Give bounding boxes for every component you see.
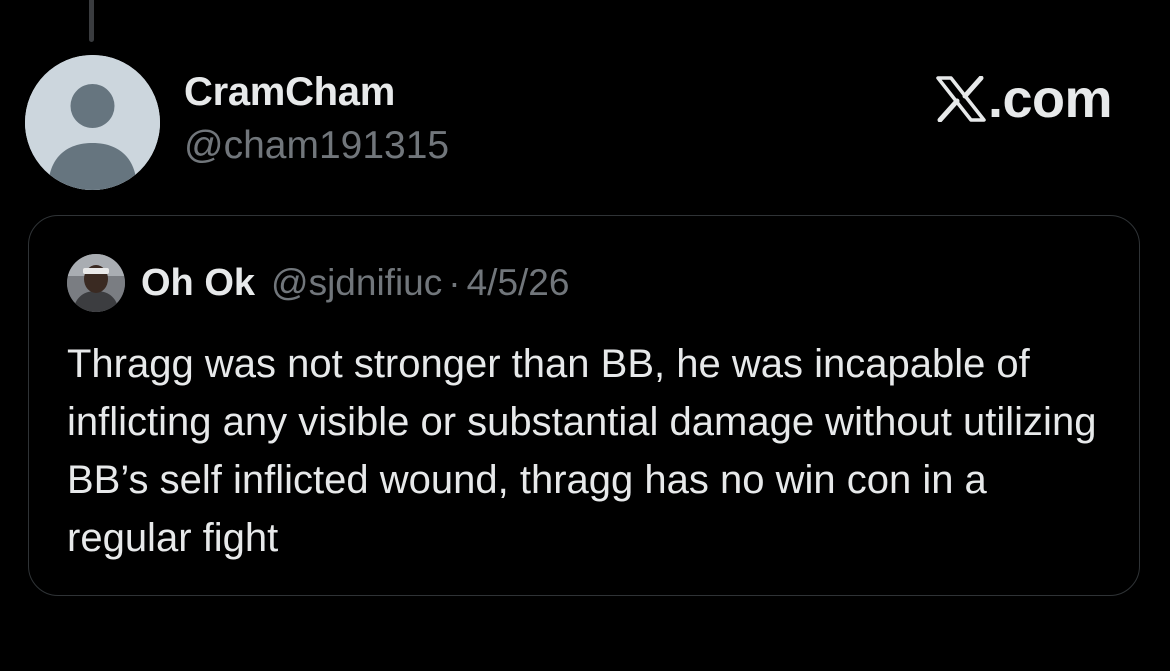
quoted-author-avatar[interactable] (67, 254, 125, 312)
x-logo-icon (936, 76, 986, 122)
author-handle[interactable]: @cham191315 (184, 124, 449, 168)
author-avatar[interactable] (25, 55, 160, 190)
profile-photo (67, 254, 125, 312)
quoted-tweet-header: Oh Ok @sjdnifiuc · 4/5/26 (67, 254, 569, 312)
brand-domain-text: .com (987, 69, 1113, 129)
quoted-author-display-name[interactable]: Oh Ok (141, 262, 255, 305)
thread-connector-line (89, 0, 94, 42)
meta-separator: · (448, 262, 461, 303)
quoted-tweet-text: Thragg was not stronger than BB, he was … (67, 342, 1097, 560)
quoted-tweet-date[interactable]: 4/5/26 (467, 262, 570, 304)
brand-watermark: .com (936, 68, 1113, 130)
quoted-author-handle[interactable]: @sjdnifiuc (271, 262, 442, 304)
author-display-name[interactable]: CramCham (184, 70, 395, 115)
default-profile-icon (25, 55, 160, 190)
quoted-tweet-card[interactable]: Oh Ok @sjdnifiuc · 4/5/26 Thragg was not… (28, 215, 1140, 596)
